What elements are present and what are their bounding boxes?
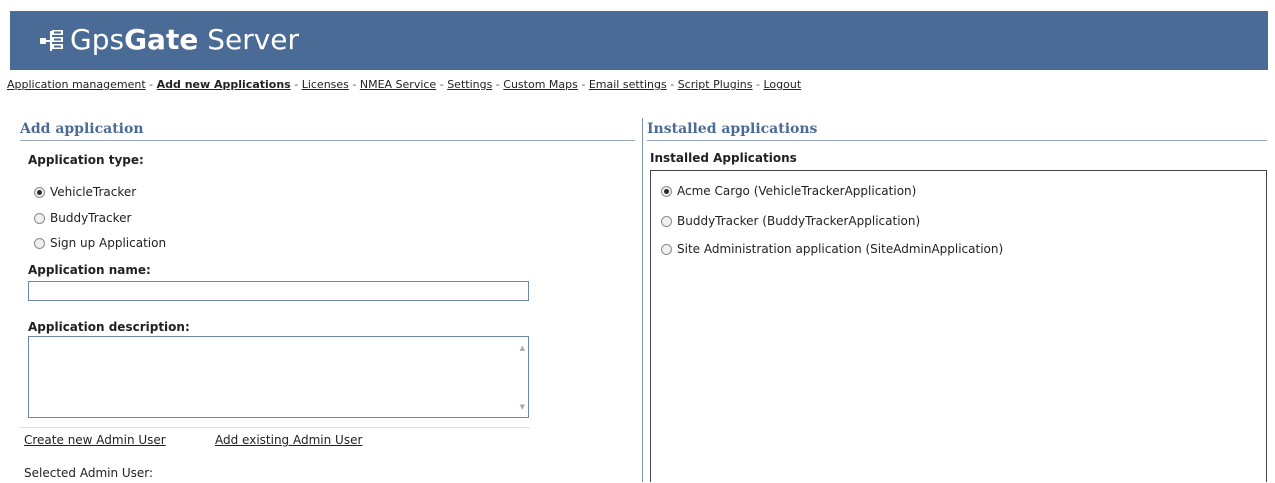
create-new-admin-user-link[interactable]: Create new Admin User xyxy=(24,433,166,447)
nav-link-custom-maps[interactable]: Custom Maps xyxy=(503,78,578,91)
add-application-divider xyxy=(20,140,635,141)
app-logo-text: GpsGate Server xyxy=(70,23,300,56)
panel-divider xyxy=(642,118,643,482)
installed-app-acme-cargo-label: Acme Cargo (VehicleTrackerApplication) xyxy=(677,184,917,198)
radio-vehicletracker-label: VehicleTracker xyxy=(50,185,137,199)
application-type-label: Application type: xyxy=(28,153,144,167)
radio-button-icon[interactable] xyxy=(661,215,672,227)
application-description-label: Application description: xyxy=(28,320,190,334)
nav-link-script-plugins[interactable]: Script Plugins xyxy=(678,78,753,91)
add-application-heading: Add application xyxy=(20,121,144,137)
radio-buddytracker-label: BuddyTracker xyxy=(50,211,132,225)
installed-app-site-administration-label: Site Administration application (SiteAdm… xyxy=(677,242,1004,256)
nav-link-nmea-service[interactable]: NMEA Service xyxy=(360,78,436,91)
app-header: GpsGate Server xyxy=(10,11,1268,70)
admin-user-panel: Create new Admin User Add existing Admin… xyxy=(20,427,530,483)
radio-sign-up-application[interactable]: Sign up Application xyxy=(34,236,166,250)
radio-vehicletracker[interactable]: VehicleTracker xyxy=(34,185,136,199)
nav-link-logout[interactable]: Logout xyxy=(763,78,801,91)
add-existing-admin-user-link[interactable]: Add existing Admin User xyxy=(215,433,362,447)
nav-link-email-settings[interactable]: Email settings xyxy=(589,78,667,91)
installed-applications-subtitle: Installed Applications xyxy=(650,151,797,165)
installed-app-acme-cargo[interactable]: Acme Cargo (VehicleTrackerApplication) xyxy=(661,184,916,198)
radio-button-icon[interactable] xyxy=(34,212,45,224)
nav-link-licenses[interactable]: Licenses xyxy=(302,78,349,91)
radio-button-icon[interactable] xyxy=(34,237,45,249)
scroll-up-arrow-icon[interactable]: ▲ xyxy=(520,344,525,352)
installed-app-buddytracker-label: BuddyTracker (BuddyTrackerApplication) xyxy=(677,214,921,228)
application-name-label: Application name: xyxy=(28,263,151,277)
application-name-input[interactable] xyxy=(28,281,529,301)
radio-sign-up-application-label: Sign up Application xyxy=(50,236,167,250)
installed-applications-list: Acme Cargo (VehicleTrackerApplication) B… xyxy=(650,170,1267,482)
installed-applications-divider xyxy=(647,140,1267,141)
application-description-textarea[interactable]: ▲ ▼ xyxy=(28,336,529,418)
scroll-down-arrow-icon[interactable]: ▼ xyxy=(520,403,525,411)
selected-admin-user-label: Selected Admin User: xyxy=(24,466,154,480)
nav-link-application-management[interactable]: Application management xyxy=(7,78,146,91)
top-nav: Application management - Add new Applica… xyxy=(7,78,802,91)
radio-button-icon[interactable] xyxy=(661,243,672,255)
radio-button-icon[interactable] xyxy=(34,186,45,198)
nav-link-settings[interactable]: Settings xyxy=(447,78,492,91)
radio-buddytracker[interactable]: BuddyTracker xyxy=(34,211,131,225)
installed-app-buddytracker[interactable]: BuddyTracker (BuddyTrackerApplication) xyxy=(661,214,920,228)
installed-app-site-administration[interactable]: Site Administration application (SiteAdm… xyxy=(661,242,1003,256)
radio-button-icon[interactable] xyxy=(661,185,672,197)
gpsgate-logo-icon xyxy=(40,30,63,51)
nav-link-add-new-applications[interactable]: Add new Applications xyxy=(157,78,291,91)
installed-applications-heading: Installed applications xyxy=(647,121,818,137)
